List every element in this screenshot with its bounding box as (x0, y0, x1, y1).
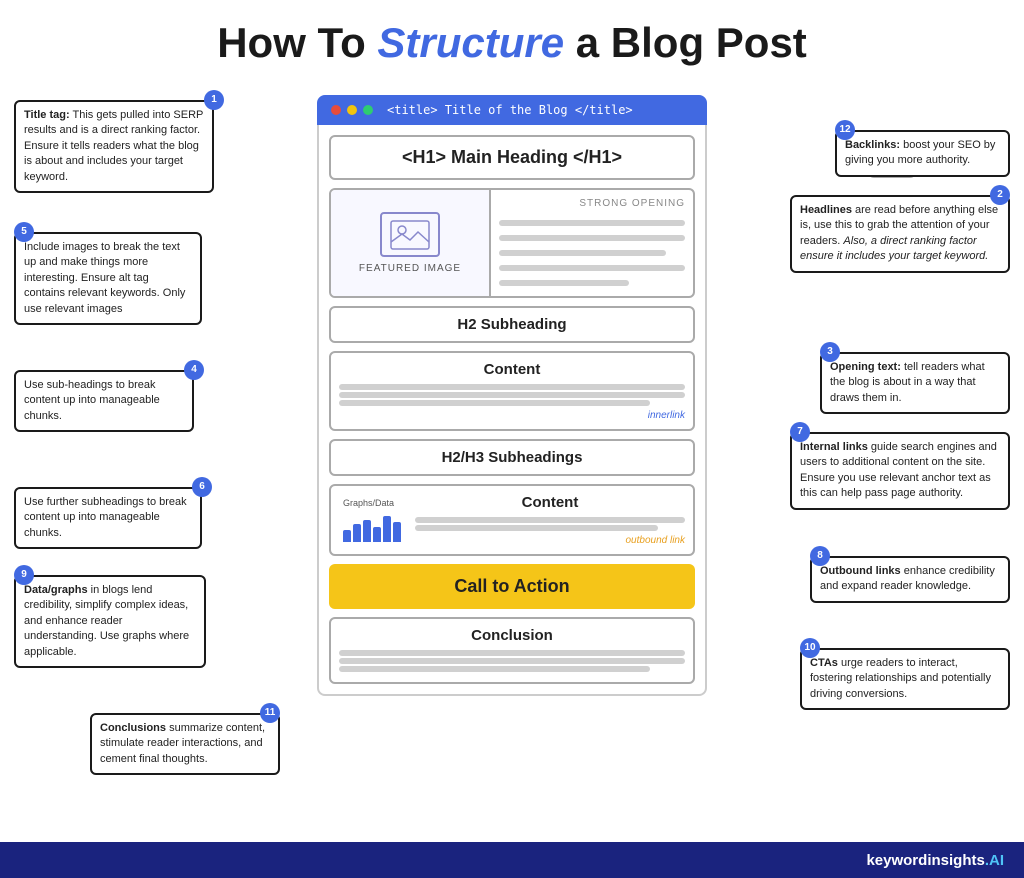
footer-brand: keyword (866, 852, 927, 869)
blog-body: <H1> Main Heading </H1> FEATURED IMAGE (317, 125, 707, 696)
main-title: How To Structure a Blog Post (20, 20, 1004, 66)
footer-brand-bold: insights (927, 852, 985, 869)
num-circle-12: 12 (835, 120, 855, 140)
blog-mockup: <title> Title of the Blog </title> <H1> … (317, 95, 707, 696)
dot-green (363, 105, 373, 115)
text-line (339, 666, 650, 672)
graph-box: Graphs/Data (339, 494, 405, 546)
num-circle-10: 10 (800, 638, 820, 658)
text-line (499, 220, 685, 226)
text-line (499, 280, 629, 286)
text-line (415, 525, 658, 531)
innerlink-text: innerlink (339, 410, 685, 421)
text-line (339, 650, 685, 656)
featured-img-box: FEATURED IMAGE (331, 190, 491, 296)
num-circle-6: 6 (192, 477, 212, 497)
ann5-text: Include images to break the text up and … (24, 241, 185, 315)
ann4-text: Use sub-headings to break content up int… (24, 379, 160, 422)
blog-h2: H2 Subheading (329, 306, 695, 343)
ann11-strong: Conclusions (100, 722, 166, 734)
annotation-7: Internal links guide search engines and … (790, 432, 1010, 510)
num-circle-11: 11 (260, 703, 280, 723)
annotation-11: Conclusions summarize content, stimulate… (90, 713, 280, 775)
annotation-2: Headlines are read before anything else … (790, 195, 1010, 273)
footer-bar: keywordinsights.AI (0, 842, 1024, 878)
ann1-strong: Title tag: (24, 109, 70, 121)
text-line (499, 265, 685, 271)
conclusion-box: Conclusion (329, 617, 695, 684)
annotation-10: CTAs urge readers to interact, fostering… (800, 648, 1010, 710)
graph-label: Graphs/Data (343, 498, 394, 508)
featured-img-icon (380, 212, 440, 257)
blog-h1: <H1> Main Heading </H1> (331, 137, 693, 178)
blog-h2h3: H2/H3 Subheadings (329, 439, 695, 476)
num-circle-1: 1 (204, 90, 224, 110)
featured-row: FEATURED IMAGE STRONG OPENING (329, 188, 695, 298)
bar (343, 530, 351, 542)
content-label-2: Content (415, 494, 685, 511)
ann6-text: Use further subheadings to break content… (24, 496, 187, 539)
ann3-strong: Opening text: (830, 361, 901, 373)
featured-img-label: FEATURED IMAGE (359, 263, 461, 274)
text-line (339, 392, 685, 398)
num-circle-9: 9 (14, 565, 34, 585)
bar (383, 516, 391, 542)
conclusion-label: Conclusion (339, 627, 685, 644)
content-label-1: Content (339, 361, 685, 378)
data-content-row: Graphs/Data Content (339, 494, 685, 546)
text-line (499, 250, 666, 256)
ann9-strong: Data/graphs (24, 584, 88, 596)
annotation-9: Data/graphs in blogs lend credibility, s… (14, 575, 206, 668)
num-circle-3: 3 (820, 342, 840, 362)
annotation-6: Use further subheadings to break content… (14, 487, 202, 549)
num-circle-8: 8 (810, 546, 830, 566)
ann10-strong: CTAs (810, 657, 838, 669)
annotation-12: Backlinks: boost your SEO by giving you … (835, 130, 1010, 177)
content-box-1: Content innerlink (329, 351, 695, 431)
ann2-strong: Headlines (800, 204, 852, 216)
bar (373, 527, 381, 542)
dot-yellow (347, 105, 357, 115)
ann10-text: urge readers to interact, fostering rela… (810, 657, 991, 700)
ann8-strong: Outbound links (820, 565, 901, 577)
image-icon (390, 220, 430, 250)
text-line (415, 517, 685, 523)
annotation-5: Include images to break the text up and … (14, 232, 202, 325)
outbound-link-text: outbound link (415, 535, 685, 546)
annotation-4: Use sub-headings to break content up int… (14, 370, 194, 432)
annotation-1: Title tag: This gets pulled into SERP re… (14, 100, 214, 193)
num-circle-5: 5 (14, 222, 34, 242)
content-box-2: Graphs/Data Content (329, 484, 695, 556)
bar (363, 520, 371, 542)
footer-logo: keywordinsights.AI (866, 852, 1004, 869)
annotation-8: Outbound links enhance credibility and e… (810, 556, 1010, 603)
browser-title: <title> Title of the Blog </title> (387, 103, 633, 117)
num-circle-2: 2 (990, 185, 1010, 205)
blog-h1-section: <H1> Main Heading </H1> (329, 135, 695, 180)
num-circle-7: 7 (790, 422, 810, 442)
title-highlight: Structure (377, 19, 564, 66)
page-wrapper: How To Structure a Blog Post <title> Tit… (0, 0, 1024, 878)
footer-ai: .AI (985, 852, 1004, 869)
text-line (339, 658, 685, 664)
text-line (339, 384, 685, 390)
annotation-3: Opening text: tell readers what the blog… (820, 352, 1010, 414)
bar (353, 524, 361, 542)
strong-opening-title: STRONG OPENING (499, 198, 685, 209)
text-line (499, 235, 685, 241)
strong-opening-box: STRONG OPENING (491, 190, 693, 296)
ann7-strong: Internal links (800, 441, 868, 453)
dot-red (331, 105, 341, 115)
cta-box: Call to Action (329, 564, 695, 609)
text-line (339, 400, 650, 406)
ann12-strong: Backlinks: (845, 139, 900, 151)
browser-bar: <title> Title of the Blog </title> (317, 95, 707, 125)
content-text-2: Content outbound link (415, 494, 685, 546)
num-circle-4: 4 (184, 360, 204, 380)
bar (393, 522, 401, 542)
bars (343, 512, 401, 542)
